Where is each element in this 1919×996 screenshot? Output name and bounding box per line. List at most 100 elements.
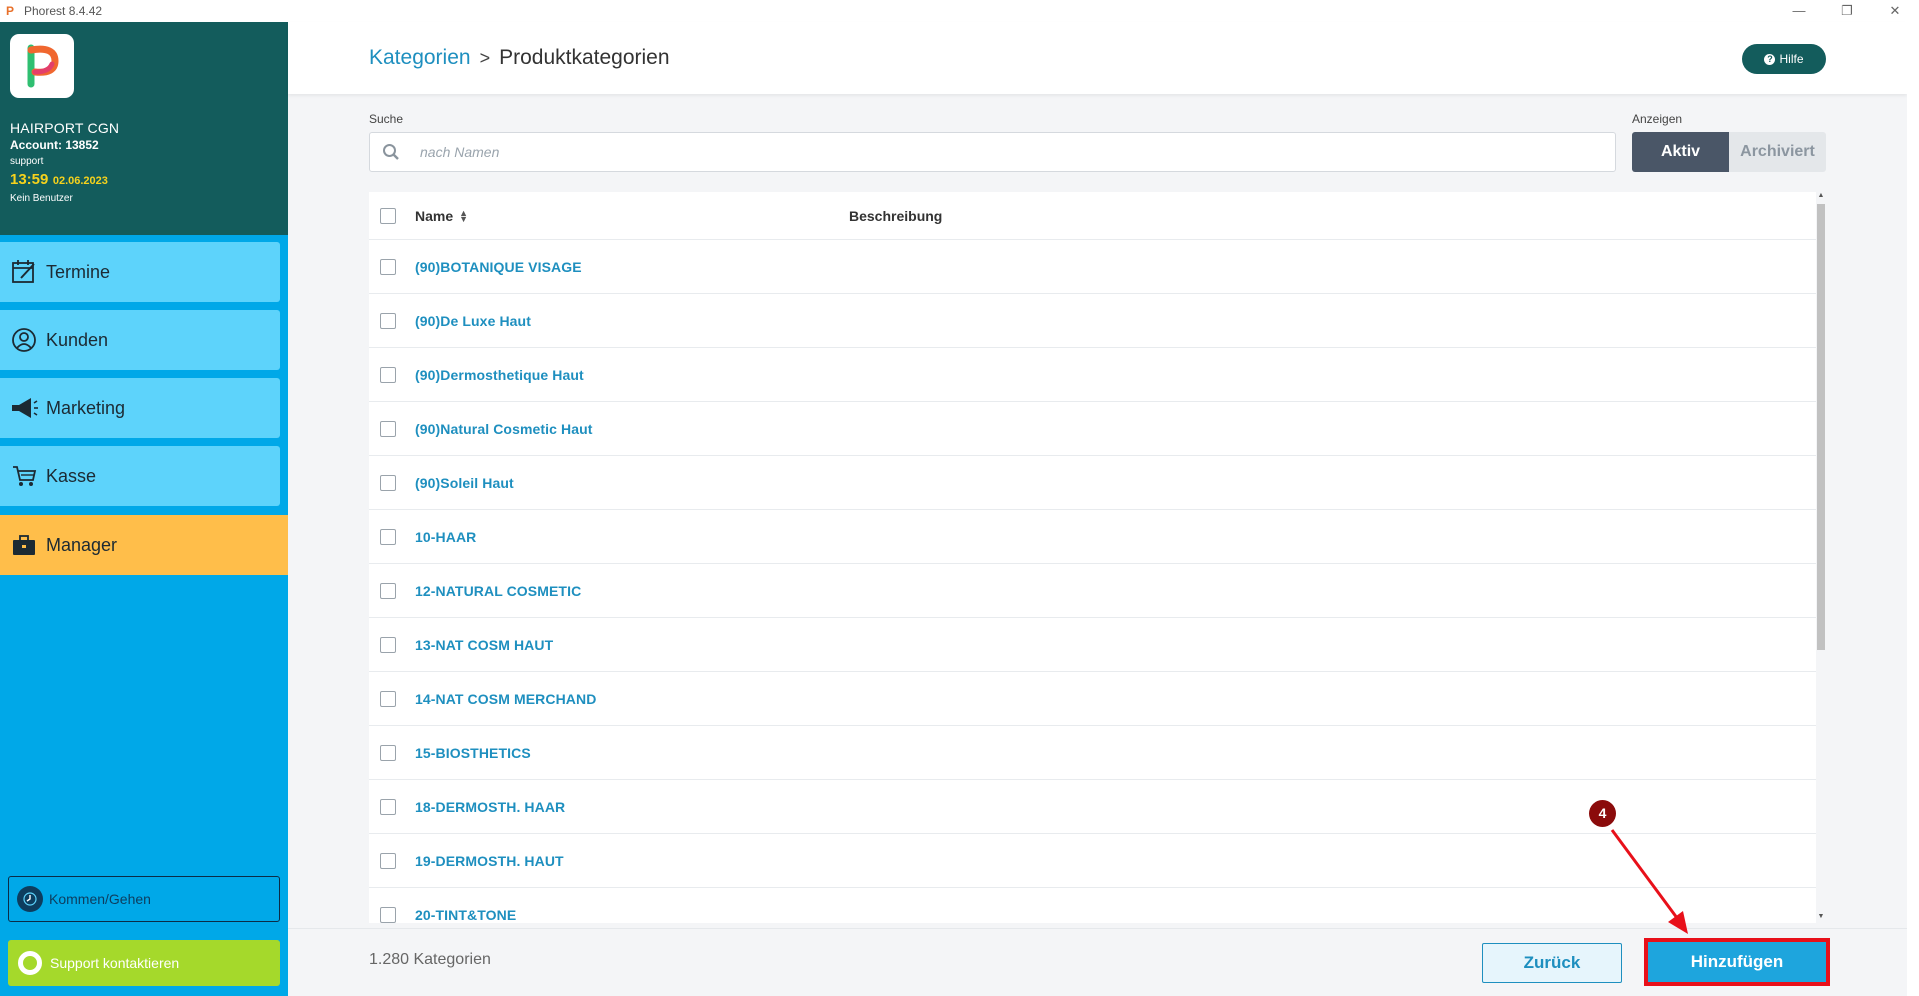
help-button[interactable]: ? Hilfe	[1742, 44, 1826, 74]
megaphone-icon	[0, 394, 46, 422]
table-header: Name ▲ ▼ Beschreibung	[369, 192, 1816, 240]
table-row[interactable]: 14-NAT COSM MERCHAND	[369, 672, 1816, 726]
show-label: Anzeigen	[1632, 112, 1683, 126]
nav-item-kasse[interactable]: Kasse	[0, 446, 280, 506]
close-icon[interactable]: ✕	[1871, 0, 1919, 22]
row-checkbox[interactable]	[380, 690, 396, 707]
nav-label: Termine	[46, 261, 111, 282]
nav-label: Kasse	[46, 465, 97, 486]
row-checkbox[interactable]	[380, 906, 396, 923]
category-name-link[interactable]: 10-HAAR	[415, 529, 476, 545]
nav-label: Kunden	[46, 329, 109, 350]
page-footer: 1.280 Kategorien Zurück Hinzufügen	[288, 928, 1907, 996]
category-name-link[interactable]: (90)Soleil Haut	[415, 475, 514, 491]
nav-item-termine[interactable]: Termine	[0, 242, 280, 302]
clock-display: 13:59 02.06.2023	[10, 171, 278, 189]
nav-item-kunden[interactable]: Kunden	[0, 310, 280, 370]
table-row[interactable]: 13-NAT COSM HAUT	[369, 618, 1816, 672]
row-checkbox[interactable]	[380, 420, 396, 437]
category-name-link[interactable]: 20-TINT&TONE	[415, 907, 516, 923]
row-checkbox[interactable]	[380, 258, 396, 275]
support-contact-button[interactable]: Support kontaktieren	[8, 940, 280, 986]
search-input[interactable]	[412, 144, 1592, 160]
toggle-archiviert[interactable]: Archiviert	[1729, 132, 1826, 172]
phorest-logo-icon	[27, 44, 59, 88]
column-name-label: Name	[415, 207, 454, 224]
nav-item-marketing[interactable]: Marketing	[0, 378, 280, 438]
nav-item-manager[interactable]: Manager	[0, 515, 288, 575]
category-name-link[interactable]: (90)Natural Cosmetic Haut	[415, 421, 593, 437]
category-name-link[interactable]: (90)BOTANIQUE VISAGE	[415, 259, 582, 275]
salon-name: HAIRPORT CGN	[10, 120, 120, 136]
breadcrumb-kategorien[interactable]: Kategorien	[369, 46, 471, 70]
breadcrumb: Kategorien > Produktkategorien	[369, 46, 670, 70]
table-row[interactable]: 20-TINT&TONE	[369, 888, 1816, 923]
add-button[interactable]: Hinzufügen	[1648, 942, 1826, 982]
table-row[interactable]: (90)BOTANIQUE VISAGE	[369, 240, 1816, 294]
support-contact-label: Support kontaktieren	[50, 955, 180, 971]
row-checkbox[interactable]	[380, 744, 396, 761]
clock-icon	[17, 886, 43, 912]
search-label: Suche	[369, 112, 404, 126]
sidebar-header: HAIRPORT CGN Account: 13852 support 13:5…	[0, 22, 288, 235]
current-date: 02.06.2023	[52, 175, 108, 187]
active-archived-toggle: Aktiv Archiviert	[1632, 132, 1826, 172]
help-label: Hilfe	[1779, 52, 1804, 66]
select-all-checkbox[interactable]	[380, 207, 396, 224]
window-title: Phorest 8.4.42	[24, 4, 103, 18]
clock-in-out-button[interactable]: Kommen/Gehen	[8, 876, 280, 922]
row-checkbox[interactable]	[380, 852, 396, 869]
row-checkbox[interactable]	[380, 636, 396, 653]
table-row[interactable]: 19-DERMOSTH. HAUT	[369, 834, 1816, 888]
table-row[interactable]: (90)Dermosthetique Haut	[369, 348, 1816, 402]
scroll-down-icon[interactable]: ▼	[1816, 913, 1826, 923]
restore-icon[interactable]: ❐	[1823, 0, 1871, 22]
column-name[interactable]: Name ▲ ▼	[415, 208, 849, 224]
category-count: 1.280 Kategorien	[369, 951, 491, 968]
toggle-aktiv[interactable]: Aktiv	[1632, 132, 1729, 172]
minimize-icon[interactable]: —	[1775, 0, 1823, 22]
scroll-up-icon[interactable]: ▲	[1816, 192, 1826, 202]
table-row[interactable]: 15-BIOSTHETICS	[369, 726, 1816, 780]
category-name-link[interactable]: 15-BIOSTHETICS	[415, 745, 531, 761]
highlight-box: Hinzufügen	[1644, 938, 1830, 986]
column-description-label: Beschreibung	[849, 207, 943, 224]
table-scrollbar[interactable]: ▲ ▼	[1816, 192, 1826, 923]
table-row[interactable]: (90)De Luxe Haut	[369, 294, 1816, 348]
lifebuoy-icon	[18, 951, 42, 975]
table-row[interactable]: 10-HAAR	[369, 510, 1816, 564]
support-user: support	[10, 156, 44, 167]
table-row[interactable]: (90)Soleil Haut	[369, 456, 1816, 510]
clock-in-out-label: Kommen/Gehen	[49, 891, 151, 907]
table-row[interactable]: 12-NATURAL COSMETIC	[369, 564, 1816, 618]
category-name-link[interactable]: (90)Dermosthetique Haut	[415, 367, 584, 383]
row-checkbox[interactable]	[380, 582, 396, 599]
row-checkbox[interactable]	[380, 528, 396, 545]
category-name-link[interactable]: (90)De Luxe Haut	[415, 313, 531, 329]
search-icon	[370, 143, 412, 161]
current-time: 13:59	[10, 171, 49, 188]
row-checkbox[interactable]	[380, 474, 396, 491]
category-name-link[interactable]: 12-NATURAL COSMETIC	[415, 583, 581, 599]
window-titlebar: P Phorest 8.4.42 — ❐ ✕	[0, 0, 1919, 22]
page-header: Kategorien > Produktkategorien ? Hilfe	[288, 22, 1907, 94]
category-name-link[interactable]: 19-DERMOSTH. HAUT	[415, 853, 564, 869]
cart-icon	[0, 462, 46, 490]
current-user: Kein Benutzer	[10, 193, 73, 204]
category-name-link[interactable]: 14-NAT COSM MERCHAND	[415, 691, 596, 707]
back-button[interactable]: Zurück	[1482, 943, 1622, 983]
phorest-logo[interactable]	[10, 34, 74, 98]
row-checkbox[interactable]	[380, 366, 396, 383]
category-name-link[interactable]: 18-DERMOSTH. HAAR	[415, 799, 565, 815]
chevron-right-icon: >	[479, 47, 491, 68]
sort-icon[interactable]: ▲ ▼	[459, 208, 468, 223]
main-content: Kategorien > Produktkategorien ? Hilfe S…	[288, 22, 1907, 996]
table-row[interactable]: (90)Natural Cosmetic Haut	[369, 402, 1816, 456]
search-box	[369, 132, 1616, 172]
category-name-link[interactable]: 13-NAT COSM HAUT	[415, 637, 553, 653]
sidebar: HAIRPORT CGN Account: 13852 support 13:5…	[0, 22, 288, 996]
scrollbar-thumb[interactable]	[1817, 204, 1825, 650]
row-checkbox[interactable]	[380, 798, 396, 815]
step-number-badge: 4	[1589, 800, 1616, 827]
row-checkbox[interactable]	[380, 312, 396, 329]
